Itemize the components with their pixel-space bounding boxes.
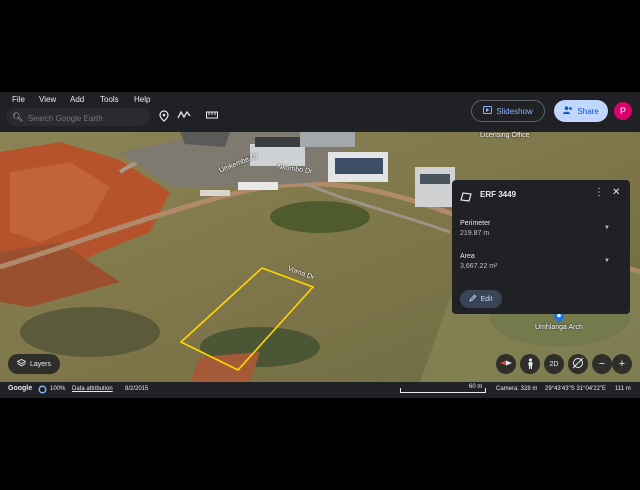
- coordinates: 29°43'43"S 31°04'22"E: [545, 386, 607, 392]
- progress-ring-icon: [38, 385, 47, 396]
- menu-help[interactable]: Help: [134, 95, 150, 104]
- elevation: 111 m: [615, 386, 631, 392]
- street-view-button[interactable]: [520, 354, 540, 374]
- perimeter-dropdown-icon[interactable]: ▼: [604, 225, 610, 231]
- zoom-in-button[interactable]: +: [612, 354, 632, 374]
- status-bar: Google 100% Data attribution 8/2/2015 60…: [0, 382, 640, 398]
- scale-label: 60 m: [469, 384, 483, 390]
- area-dropdown-icon[interactable]: ▼: [604, 258, 610, 264]
- path-icon[interactable]: [177, 110, 191, 124]
- edit-button[interactable]: Edit: [460, 290, 502, 308]
- menu-tools[interactable]: Tools: [100, 95, 119, 104]
- perimeter-value: 219.87 m: [460, 230, 490, 237]
- google-earth-window: File View Add Tools Help 🔍︎ Slideshow: [0, 92, 640, 398]
- search-box[interactable]: 🔍︎: [6, 108, 150, 126]
- perimeter-label: Perimeter: [460, 220, 491, 227]
- edit-label: Edit: [480, 295, 493, 303]
- share-label: Share: [577, 106, 599, 116]
- menu-file[interactable]: File: [12, 95, 25, 104]
- avatar[interactable]: P: [614, 102, 632, 120]
- area-label: Area: [460, 253, 475, 260]
- tilt-button[interactable]: [568, 354, 588, 374]
- globe-icon: [572, 357, 584, 371]
- compass-icon: [500, 360, 512, 368]
- layers-icon: [16, 358, 27, 369]
- layers-label: Layers: [29, 360, 51, 368]
- slideshow-label: Slideshow: [496, 106, 533, 116]
- map-label-umhlanga[interactable]: Umhlanga Arch: [535, 324, 583, 331]
- slideshow-button[interactable]: Slideshow: [471, 100, 545, 122]
- google-logo: Google: [8, 385, 33, 392]
- people-icon: [563, 106, 573, 116]
- pencil-icon: [469, 294, 477, 304]
- top-bar: File View Add Tools Help 🔍︎ Slideshow: [0, 92, 640, 132]
- menu-add[interactable]: Add: [70, 95, 84, 104]
- load-percent: 100%: [50, 386, 66, 392]
- ruler-icon[interactable]: [205, 110, 219, 124]
- play-icon: [483, 106, 493, 116]
- placemark-icon[interactable]: [157, 110, 171, 124]
- erf-info-panel: ERF 3449 ⋮ ✕ Perimeter 219.87 m ▼ Area 3…: [452, 180, 630, 314]
- imagery-date: 8/2/2015: [125, 386, 149, 392]
- zoom-out-button[interactable]: −: [592, 354, 612, 374]
- menu-view[interactable]: View: [39, 95, 56, 104]
- search-icon: 🔍︎: [12, 112, 24, 122]
- camera-altitude: Camera: 328 m: [496, 386, 538, 392]
- polygon-icon: [460, 189, 472, 207]
- close-icon[interactable]: ✕: [612, 187, 620, 198]
- toggle-2d-button[interactable]: 2D: [544, 354, 564, 374]
- panel-title: ERF 3449: [480, 190, 517, 199]
- layers-button[interactable]: Layers: [8, 354, 60, 374]
- pegman-icon: [527, 357, 534, 371]
- more-options-icon[interactable]: ⋮: [594, 187, 604, 198]
- data-attribution-link[interactable]: Data attribution: [72, 386, 113, 392]
- compass-button[interactable]: [496, 354, 516, 374]
- area-value: 3,667.22 m²: [460, 263, 498, 270]
- map-label-licensing-office: Licensing Office: [480, 132, 530, 139]
- search-input[interactable]: [26, 110, 150, 126]
- share-button[interactable]: Share: [554, 100, 608, 122]
- satellite-map[interactable]: Licensing Office Umkembe Dr Nkombo Dr Vo…: [0, 132, 640, 382]
